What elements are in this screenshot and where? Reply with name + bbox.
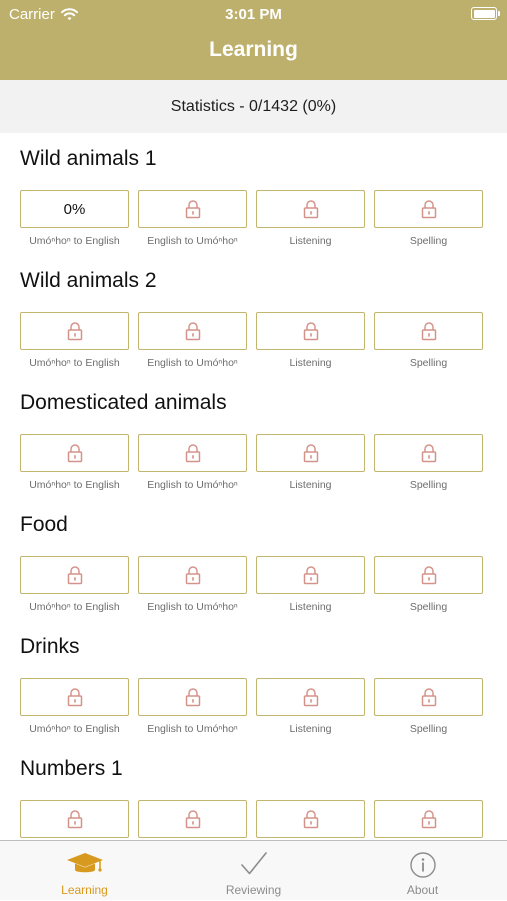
info-icon [338,851,507,879]
lesson-section: Numbers 1Umóⁿhoⁿ to EnglishEnglish to Um… [0,743,507,840]
tab-bar: Learning Reviewing About [0,840,507,900]
spelling-tile[interactable] [374,678,483,716]
status-time: 3:01 PM [225,6,282,23]
listening-tile[interactable] [256,190,365,228]
section-title: Drinks [20,635,80,658]
spelling-tile[interactable] [374,556,483,594]
lock-icon [303,809,319,829]
section-title: Food [20,513,68,536]
lock-icon [185,199,201,219]
graduation-cap-icon [0,851,169,877]
listening-tile[interactable] [256,678,365,716]
lock-icon [421,809,437,829]
lesson-section: Food Umóⁿhoⁿ to English English to Umóⁿhoⁿ… [0,499,507,621]
lock-icon [303,687,319,707]
english-to-umonhon-tile[interactable] [138,556,247,594]
umonhon-to-english-label: Umóⁿhoⁿ to English [29,723,120,735]
listening-tile[interactable] [256,556,365,594]
umonhon-to-english-label: Umóⁿhoⁿ to English [29,479,120,491]
tab-learning[interactable]: Learning [0,841,169,901]
english-to-umonhon-tile[interactable] [138,678,247,716]
english-to-umonhon-tile[interactable] [138,800,247,838]
umonhon-to-english-tile[interactable] [20,678,129,716]
page-title: Learning [209,38,298,61]
umonhon-to-english-label: Umóⁿhoⁿ to English [29,235,120,247]
spelling-tile[interactable] [374,190,483,228]
lock-icon [67,321,83,341]
tab-reviewing[interactable]: Reviewing [169,841,338,901]
listening-label: Listening [289,235,332,247]
listening-label: Listening [289,723,332,735]
lock-icon [67,687,83,707]
umonhon-to-english-label: Umóⁿhoⁿ to English [29,357,120,369]
spelling-label: Spelling [409,601,448,613]
english-to-umonhon-tile[interactable] [138,190,247,228]
lock-icon [421,321,437,341]
umonhon-to-english-tile[interactable] [20,312,129,350]
spelling-tile[interactable] [374,312,483,350]
checkmark-icon [169,851,338,877]
section-title: Numbers 1 [20,757,123,780]
listening-label: Listening [289,357,332,369]
umonhon-to-english-tile[interactable]: 0% [20,190,129,228]
lock-icon [303,565,319,585]
listening-tile[interactable] [256,800,365,838]
lock-icon [185,443,201,463]
tab-label: About [406,883,439,897]
umonhon-to-english-tile[interactable] [20,434,129,472]
english-to-umonhon-label: English to Umóⁿhoⁿ [147,235,238,247]
umonhon-to-english-label: Umóⁿhoⁿ to English [29,601,120,613]
lesson-section: Drinks Umóⁿhoⁿ to English English to Umóⁿh… [0,621,507,743]
spelling-tile[interactable] [374,800,483,838]
lock-icon [421,443,437,463]
english-to-umonhon-label: English to Umóⁿhoⁿ [147,723,238,735]
english-to-umonhon-tile[interactable] [138,434,247,472]
lesson-list[interactable]: Wild animals 1 0% Umóⁿhoⁿ to English Englis… [0,133,507,840]
lock-icon [421,565,437,585]
umonhon-to-english-tile[interactable] [20,800,129,838]
section-title: Wild animals 2 [20,269,157,292]
lock-icon [303,443,319,463]
lock-icon [185,809,201,829]
progress-percent: 0% [63,200,86,218]
section-title: Domesticated animals [20,391,227,414]
lock-icon [185,565,201,585]
lesson-section: Wild animals 1 0% Umóⁿhoⁿ to English Englis… [0,133,507,255]
english-to-umonhon-label: English to Umóⁿhoⁿ [147,479,238,491]
spelling-label: Spelling [409,479,448,491]
lock-icon [303,199,319,219]
listening-label: Listening [289,601,332,613]
tab-label: Reviewing [225,883,282,897]
lock-icon [67,565,83,585]
lock-icon [303,321,319,341]
english-to-umonhon-tile[interactable] [138,312,247,350]
lesson-section: Domesticated animals Umóⁿhoⁿ to English En… [0,377,507,499]
statistics-text: Statistics - 0/1432 (0%) [170,98,337,115]
spelling-label: Spelling [409,235,448,247]
status-bar: Carrier 3:01 PM [0,0,507,28]
listening-label: Listening [289,479,332,491]
lock-icon [67,809,83,829]
lesson-section: Wild animals 2 Umóⁿhoⁿ to English English … [0,255,507,377]
tab-label: Learning [61,883,108,897]
lock-icon [421,199,437,219]
spelling-label: Spelling [409,357,448,369]
lock-icon [421,687,437,707]
spelling-label: Spelling [409,723,448,735]
spelling-tile[interactable] [374,434,483,472]
statistics-bar: Statistics - 0/1432 (0%) [0,80,507,133]
listening-tile[interactable] [256,312,365,350]
umonhon-to-english-tile[interactable] [20,556,129,594]
lock-icon [67,443,83,463]
lock-icon [185,321,201,341]
section-title: Wild animals 1 [20,147,157,170]
lock-icon [185,687,201,707]
tab-about[interactable]: About [338,841,507,901]
battery-icon [471,7,500,20]
listening-tile[interactable] [256,434,365,472]
nav-bar: Carrier 3:01 PM Learning [0,0,507,80]
english-to-umonhon-label: English to Umóⁿhoⁿ [147,357,238,369]
english-to-umonhon-label: English to Umóⁿhoⁿ [147,601,238,613]
